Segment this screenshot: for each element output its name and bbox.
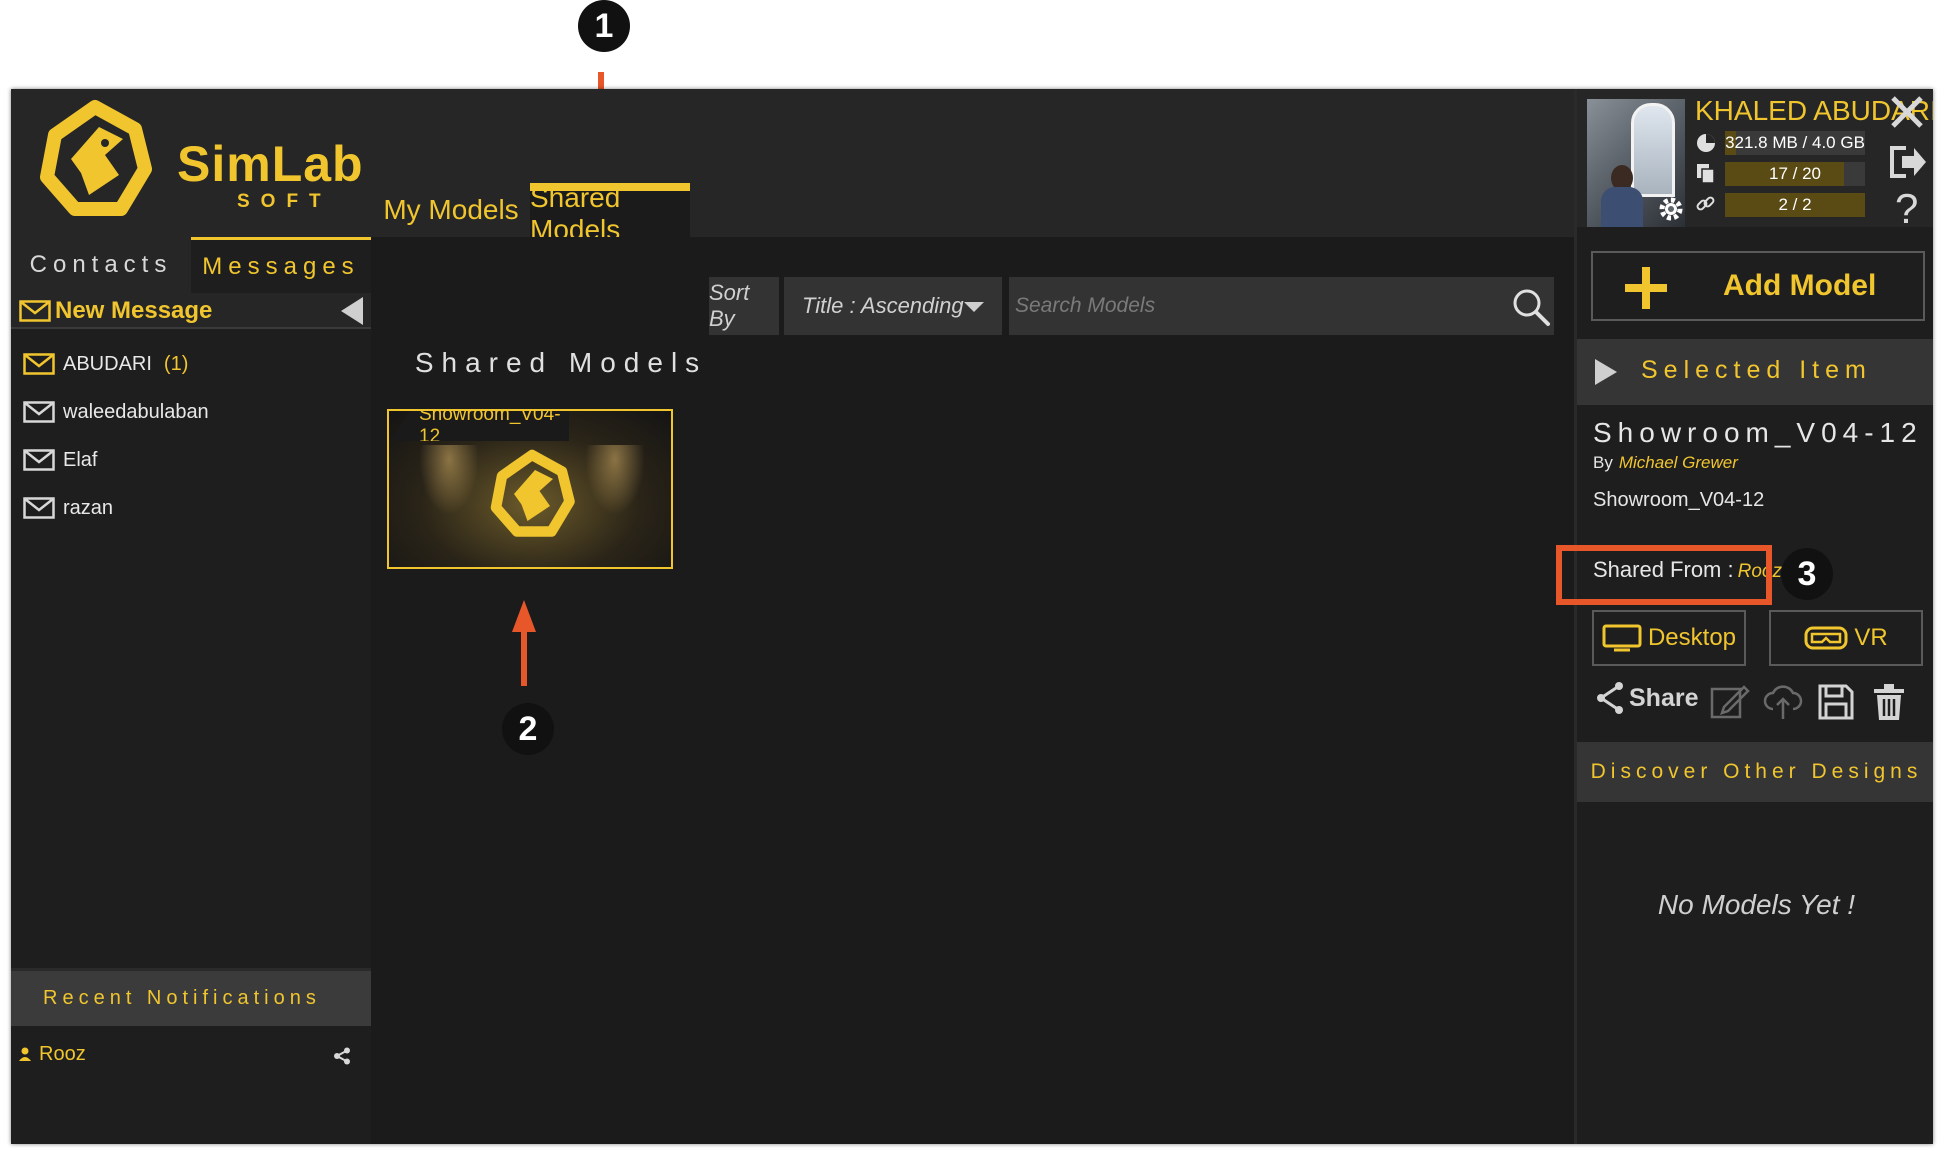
- expand-arrow-icon: [1595, 359, 1617, 385]
- desktop-view-button[interactable]: Desktop: [1592, 610, 1746, 666]
- avatar-body: [1601, 187, 1643, 227]
- links-quota-bar: 2 / 2: [1725, 193, 1865, 217]
- callout-arrow-2: [512, 600, 536, 686]
- no-models-message: No Models Yet !: [1657, 889, 1856, 920]
- tab-my-models[interactable]: My Models: [371, 183, 531, 237]
- gear-icon[interactable]: [1657, 195, 1685, 223]
- envelope-icon: [23, 401, 55, 423]
- envelope-icon: [23, 497, 55, 519]
- selected-model-author: By Michael Grewer: [1593, 453, 1738, 473]
- upload-cloud-icon[interactable]: [1763, 683, 1803, 721]
- recent-notifications-header: Recent Notifications: [11, 968, 371, 1026]
- contact-name: waleedabulaban: [63, 400, 209, 423]
- edit-icon[interactable]: [1710, 683, 1750, 721]
- add-model-button[interactable]: Add Model: [1591, 251, 1925, 321]
- author-name[interactable]: Michael Grewer: [1619, 453, 1738, 472]
- notification-name: Rooz: [39, 1043, 86, 1065]
- model-thumbnail-logo-icon: [490, 449, 575, 537]
- new-message-button[interactable]: New Message: [11, 293, 371, 329]
- tab-shared-models[interactable]: Shared Models: [530, 182, 690, 245]
- add-model-label: Add Model: [1723, 269, 1877, 302]
- section-title: Shared Models: [414, 347, 708, 378]
- highlight-box: [1556, 545, 1772, 605]
- help-icon[interactable]: ?: [1895, 185, 1918, 233]
- sort-value: Title : Ascending: [802, 293, 964, 318]
- model-card-title: Showroom_V04-12: [389, 411, 569, 441]
- avatar-window: [1631, 103, 1675, 197]
- model-card[interactable]: Showroom_V04-12: [387, 409, 673, 569]
- selected-model-title: Showroom_V04-12: [1593, 417, 1923, 448]
- tab-contacts[interactable]: Contacts: [11, 237, 191, 293]
- left-panel: Contacts Messages New Message ABUDARI (1…: [11, 237, 371, 1144]
- storage-quota-bar: 321.8 MB / 4.0 GB: [1725, 131, 1865, 155]
- models-quota-bar: 17 / 20: [1725, 162, 1865, 186]
- avatar[interactable]: [1587, 99, 1685, 227]
- storage-quota-text: 321.8 MB / 4.0 GB: [1725, 133, 1865, 152]
- models-area: Sort By Title : Ascending Shared Models …: [371, 237, 1574, 1144]
- left-tabs: Contacts Messages: [11, 237, 371, 293]
- share-icon: [1597, 682, 1623, 714]
- callout-badge-3: 3: [1781, 548, 1833, 600]
- contact-name: Elaf: [63, 448, 98, 471]
- contact-item[interactable]: ABUDARI (1): [23, 347, 188, 381]
- vr-label: VR: [1854, 624, 1888, 651]
- sort-by-label: Sort By: [709, 277, 779, 335]
- models-quota-text: 17 / 20: [1769, 164, 1821, 183]
- share-label: Share: [1629, 683, 1699, 712]
- unread-count: (1): [163, 352, 189, 375]
- vr-headset-icon: [1804, 626, 1848, 650]
- link-icon: [1696, 196, 1715, 211]
- simlab-logo: SimLab SOFT: [35, 99, 365, 229]
- app-window: SimLab SOFT My Models Shared Models Cont…: [11, 89, 1933, 1144]
- new-message-label: New Message: [55, 297, 213, 324]
- save-icon[interactable]: [1817, 683, 1855, 721]
- light-glow: [419, 445, 479, 515]
- light-glow: [585, 445, 645, 515]
- contact-name: ABUDARI: [63, 352, 152, 375]
- share-icon[interactable]: [333, 1047, 351, 1065]
- search-icon[interactable]: [1511, 287, 1551, 327]
- envelope-icon: [23, 449, 55, 471]
- discover-other-designs-header[interactable]: Discover Other Designs: [1577, 742, 1933, 802]
- sort-dropdown[interactable]: Title : Ascending: [784, 277, 1002, 335]
- contact-item[interactable]: razan: [23, 491, 113, 525]
- links-quota-text: 2 / 2: [1778, 195, 1812, 214]
- person-icon: [19, 1047, 31, 1061]
- monitor-icon: [1602, 624, 1642, 652]
- contact-name: razan: [63, 496, 114, 519]
- collapse-panel-arrow-icon[interactable]: [341, 297, 363, 325]
- storage-pie-icon: [1697, 134, 1715, 152]
- logout-icon[interactable]: [1888, 144, 1928, 180]
- desktop-label: Desktop: [1647, 624, 1737, 651]
- plus-icon: [1625, 267, 1667, 309]
- trash-icon[interactable]: [1872, 683, 1906, 721]
- by-label: By: [1593, 453, 1613, 472]
- chevron-down-icon: [964, 302, 984, 312]
- tab-messages[interactable]: Messages: [191, 237, 371, 293]
- vr-view-button[interactable]: VR: [1769, 610, 1923, 666]
- user-profile: KHALED ABUDARI 321.8 MB / 4.0 GB 17 / 20…: [1577, 89, 1933, 232]
- search-input[interactable]: [1009, 277, 1554, 335]
- callout-badge-2: 2: [502, 703, 554, 755]
- share-button[interactable]: Share: [1595, 681, 1698, 715]
- selected-model-description: Showroom_V04-12: [1593, 489, 1765, 511]
- envelope-icon: [23, 353, 55, 375]
- envelope-icon: [19, 300, 51, 322]
- close-icon[interactable]: [1888, 93, 1926, 131]
- right-panel: KHALED ABUDARI 321.8 MB / 4.0 GB 17 / 20…: [1574, 89, 1933, 1144]
- header: SimLab SOFT My Models Shared Models: [11, 89, 1574, 245]
- selected-item-title: Selected Item: [1641, 356, 1872, 384]
- contact-item[interactable]: waleedabulaban: [23, 395, 209, 429]
- selected-item-header[interactable]: Selected Item: [1577, 339, 1933, 405]
- copies-icon: [1697, 164, 1715, 184]
- logo-wordmark: SimLab: [177, 136, 364, 192]
- notification-item[interactable]: Rooz: [11, 1037, 371, 1077]
- callout-badge-1: 1: [578, 0, 630, 52]
- item-toolbar: Share: [1577, 677, 1933, 727]
- dragon-logo-icon: [40, 100, 152, 216]
- contact-item[interactable]: Elaf: [23, 443, 97, 477]
- logo-subtitle: SOFT: [237, 191, 332, 212]
